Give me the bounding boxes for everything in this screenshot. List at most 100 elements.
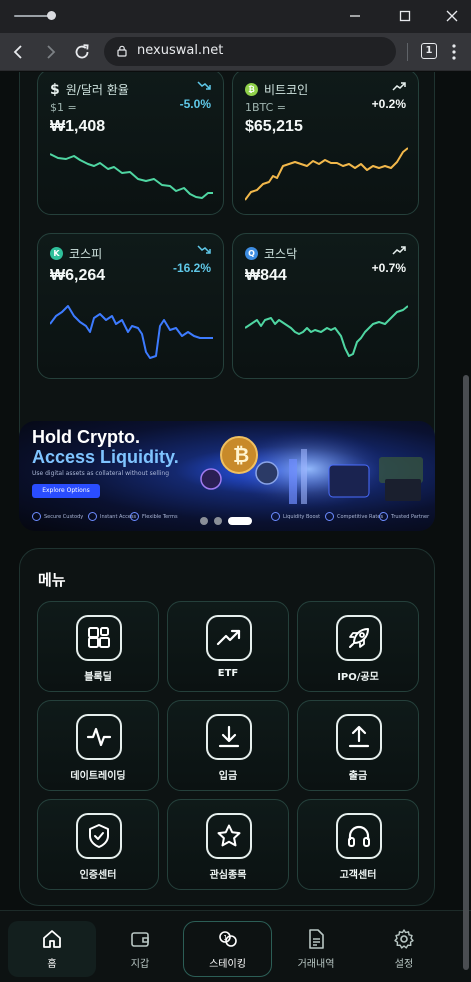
- maximize-icon[interactable]: [397, 8, 413, 24]
- market-card-change: -16.2%: [172, 261, 211, 275]
- market-card-price: ₩1,408: [50, 118, 106, 135]
- market-card-bitcoin[interactable]: ₿ 비트코인 1BTC = +0.2% $65,215: [232, 72, 419, 215]
- rocket-icon: [336, 615, 382, 661]
- forward-icon[interactable]: [40, 42, 60, 62]
- menu-item-watchlist[interactable]: 관심종목: [167, 799, 289, 890]
- menu-item-deposit[interactable]: 입금: [167, 700, 289, 791]
- banner-feature-text: Competitive Rates: [337, 513, 384, 520]
- sparkline-kosdaq: [245, 305, 408, 357]
- banner-feature-text: Flexible Terms: [142, 513, 178, 520]
- nav-label: 거래내역: [297, 959, 335, 970]
- download-icon: [206, 714, 252, 760]
- banner-feature: Liquidity Boost: [271, 512, 331, 521]
- carousel-dot[interactable]: [214, 517, 222, 525]
- menu-item-label: 블록딜: [84, 672, 112, 683]
- market-card-title: Q 코스닥: [245, 245, 297, 262]
- market-card-title: K 코스피: [50, 245, 102, 262]
- market-card-kosdaq[interactable]: Q 코스닥 +0.7% ₩844: [232, 233, 419, 379]
- tab-strip-knob[interactable]: [47, 11, 56, 20]
- market-panel: $ 원/달러 환율 $1 = -5.0% ₩1,408 ₿ 비트코인 1BTC …: [19, 72, 435, 472]
- market-card-price: $65,215: [245, 118, 303, 135]
- bottom-nav: 홈 지갑 1 스테이킹 거래내역 설정: [0, 910, 471, 982]
- nav-staking[interactable]: 1 스테이킹: [183, 921, 272, 977]
- page-scrollbar[interactable]: [463, 375, 469, 970]
- trending-up-icon: [206, 615, 252, 661]
- back-icon[interactable]: [9, 42, 29, 62]
- menu-item-support[interactable]: 고객센터: [297, 799, 419, 890]
- reload-icon[interactable]: [72, 42, 92, 62]
- lock-icon: [271, 512, 280, 521]
- nav-wallet[interactable]: 지갑: [104, 921, 176, 977]
- menu-item-etf[interactable]: ETF: [167, 601, 289, 692]
- wallet-icon: [131, 932, 149, 947]
- sparkline-kospi: [50, 305, 213, 359]
- menu-item-label: 입금: [218, 771, 238, 782]
- gear-icon: [394, 929, 414, 949]
- minimize-icon[interactable]: [347, 8, 363, 24]
- globe-icon: [379, 512, 388, 521]
- trend-up-icon: [392, 82, 406, 91]
- nav-settings[interactable]: 설정: [368, 921, 440, 977]
- nav-home[interactable]: 홈: [8, 921, 96, 977]
- banner-title-line1: Hold Crypto.: [32, 427, 140, 447]
- tab-count-button[interactable]: 1: [421, 43, 437, 59]
- menu-item-verification[interactable]: 인증센터: [37, 799, 159, 890]
- more-menu-icon[interactable]: [451, 43, 457, 61]
- market-card-kospi[interactable]: K 코스피 -16.2% ₩6,264: [37, 233, 224, 379]
- shield-check-icon: [76, 813, 122, 859]
- banner-feature-text: Liquidity Boost: [283, 513, 321, 520]
- nav-label: 지갑: [130, 959, 150, 970]
- close-icon[interactable]: [444, 8, 460, 24]
- market-card-name: 원/달러 환율: [65, 83, 129, 97]
- menu-item-ipo[interactable]: IPO/공모: [297, 601, 419, 692]
- banner-feature: Flexible Terms: [130, 512, 190, 521]
- menu-item-label: IPO/공모: [337, 672, 379, 683]
- kosdaq-icon: Q: [245, 247, 258, 260]
- menu-item-blockdeal[interactable]: 블록딜: [37, 601, 159, 692]
- svg-text:₿: ₿: [233, 443, 249, 467]
- address-bar[interactable]: nexuswal.net: [104, 37, 396, 66]
- document-icon: [309, 929, 324, 949]
- market-card-sub: 1BTC =: [245, 101, 287, 114]
- menu-item-label: 출금: [348, 771, 368, 782]
- market-card-change: +0.7%: [371, 261, 406, 275]
- banner-feature-text: Trusted Partner: [391, 513, 430, 520]
- market-card-price: ₩844: [245, 267, 287, 284]
- market-card-name: 비트코인: [264, 83, 309, 97]
- market-card-title: $ 원/달러 환율: [50, 81, 129, 98]
- market-card-change: -5.0%: [179, 97, 211, 111]
- trend-up-icon: [392, 246, 406, 255]
- banner-feature-text: Secure Custody: [44, 513, 84, 520]
- market-card-title: ₿ 비트코인: [245, 81, 308, 98]
- sparkline-usd-krw: [50, 153, 213, 199]
- banner-feature: Competitive Rates: [325, 512, 385, 521]
- browser-titlebar: [0, 0, 471, 33]
- menu-item-label: 인증센터: [79, 870, 117, 881]
- nav-history[interactable]: 거래내역: [280, 921, 352, 977]
- market-card-price: ₩6,264: [50, 267, 106, 284]
- page-viewport: $ 원/달러 환율 $1 = -5.0% ₩1,408 ₿ 비트코인 1BTC …: [0, 72, 471, 910]
- carousel-dot-active[interactable]: [228, 517, 252, 525]
- market-card-name: 코스피: [69, 247, 103, 261]
- menu-item-label: 고객센터: [339, 870, 377, 881]
- menu-item-withdraw[interactable]: 출금: [297, 700, 419, 791]
- banner-title-line2: Access Liquidity.: [32, 447, 179, 467]
- pulse-icon: [76, 714, 122, 760]
- nav-label: 스테이킹: [209, 959, 246, 970]
- market-card-usd-krw[interactable]: $ 원/달러 환율 $1 = -5.0% ₩1,408: [37, 72, 224, 215]
- banner-feature: Trusted Partner: [379, 512, 435, 521]
- blocks-icon: [76, 615, 122, 661]
- shield-icon: [32, 512, 41, 521]
- menu-title: 메뉴: [38, 571, 66, 589]
- market-card-name: 코스닥: [264, 247, 298, 261]
- menu-item-daytrading[interactable]: 데이트레이딩: [37, 700, 159, 791]
- clock-icon: [130, 512, 139, 521]
- nav-label: 홈: [47, 959, 57, 970]
- menu-item-label: 관심종목: [209, 870, 247, 881]
- market-card-sub: $1 =: [50, 101, 77, 114]
- carousel-dot[interactable]: [200, 517, 208, 525]
- address-url[interactable]: nexuswal.net: [137, 43, 223, 58]
- banner-cta-button[interactable]: Explore Options: [32, 484, 100, 498]
- site-info-icon[interactable]: [115, 44, 129, 58]
- promo-banner[interactable]: ₿ Hold Crypto. Access Liquidity. Use dig…: [19, 421, 435, 531]
